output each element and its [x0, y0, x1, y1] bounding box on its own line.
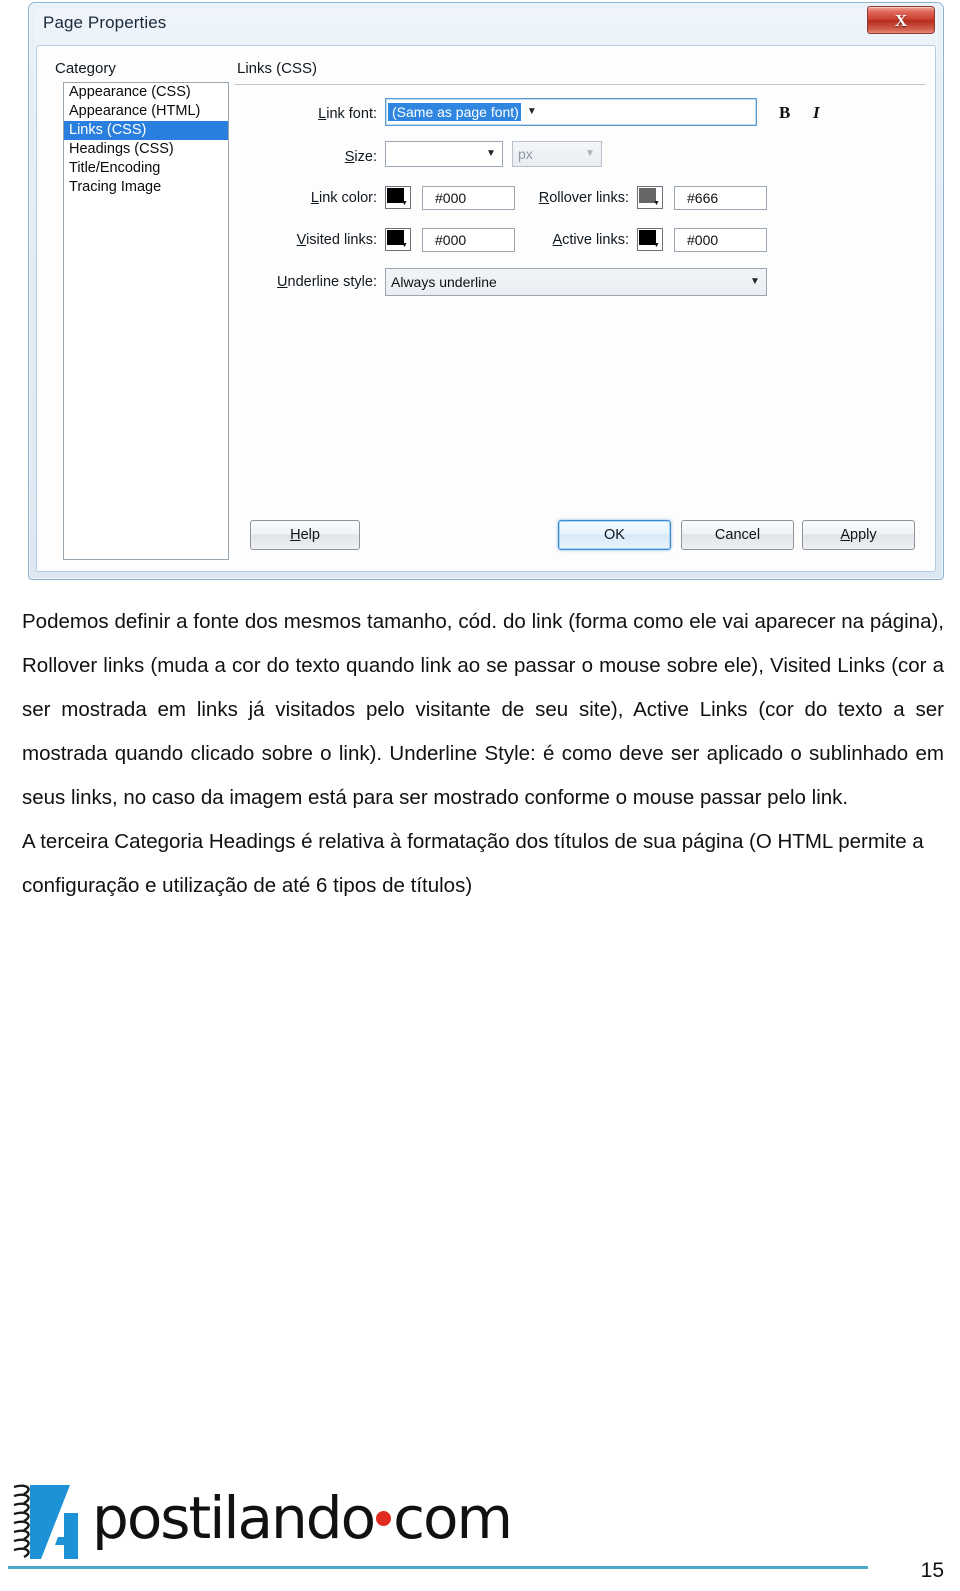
page-footer: postilando com 15	[0, 1441, 960, 1591]
rollover-links-label: Rollover links:	[538, 190, 629, 206]
footer-divider	[8, 1566, 868, 1569]
help-button-label: Help	[290, 527, 320, 543]
apply-button-label: Apply	[840, 527, 877, 543]
chevron-down-icon: ▼	[585, 148, 595, 159]
article-body: Podemos definir a fonte dos mesmos taman…	[22, 600, 944, 908]
dialog-titlebar[interactable]: Page Properties X	[29, 3, 943, 45]
help-button[interactable]: Help	[250, 520, 360, 550]
visited-links-input[interactable]: #000	[422, 228, 515, 252]
chevron-down-icon: ▼	[653, 200, 660, 207]
postilando-logo: postilando com	[8, 1469, 513, 1565]
apply-button[interactable]: Apply	[802, 520, 915, 550]
link-color-label: Link color:	[310, 190, 377, 206]
dialog-client-area: Category Links (CSS) Appearance (CSS) Ap…	[36, 45, 936, 572]
paragraph-headings-description: A terceira Categoria Headings é relativa…	[22, 830, 924, 897]
chevron-down-icon: ▼	[750, 276, 760, 287]
chevron-down-icon: ▼	[401, 200, 408, 207]
rollover-links-value: #666	[687, 190, 719, 206]
logo-word-postilando: postilando	[92, 1484, 376, 1552]
paragraph-links-description: Podemos definir a fonte dos mesmos taman…	[22, 610, 944, 809]
ok-button[interactable]: OK	[558, 520, 671, 550]
page-number: 15	[920, 1559, 944, 1582]
link-color-value: #000	[435, 190, 467, 206]
logo-wordmark: postilando com	[92, 1489, 513, 1547]
active-links-swatch-button[interactable]: ▼	[637, 228, 663, 251]
rollover-links-swatch-button[interactable]: ▼	[637, 186, 663, 209]
chevron-down-icon: ▼	[653, 242, 660, 249]
link-font-label: Link font:	[287, 106, 377, 122]
underline-style-combo[interactable]: Always underline ▼	[385, 268, 767, 296]
size-unit-combo[interactable]: px ▼	[512, 141, 602, 167]
link-font-label-text: Link font:	[318, 106, 377, 122]
size-unit-value: px	[518, 146, 533, 162]
dialog-title: Page Properties	[43, 13, 167, 32]
visited-links-value: #000	[435, 232, 467, 248]
italic-toggle-button[interactable]: I	[813, 104, 820, 121]
links-css-form: Link font: (Same as page font) ▼ B I Siz…	[37, 46, 935, 571]
underline-style-label: Underline style:	[277, 274, 377, 290]
chevron-down-icon: ▼	[486, 148, 496, 159]
size-label: Size:	[344, 149, 377, 165]
close-button[interactable]: X	[867, 6, 935, 34]
visited-links-swatch-button[interactable]: ▼	[385, 228, 411, 251]
active-links-label: Active links:	[552, 232, 629, 248]
close-icon: X	[894, 10, 908, 30]
chevron-down-icon: ▼	[401, 242, 408, 249]
link-font-combo[interactable]: (Same as page font) ▼	[385, 98, 757, 126]
bold-toggle-button[interactable]: B	[779, 104, 790, 121]
active-links-input[interactable]: #000	[674, 228, 767, 252]
size-combo[interactable]: ▼	[385, 141, 503, 167]
active-links-value: #000	[687, 232, 719, 248]
cancel-button-label: Cancel	[714, 527, 761, 543]
logo-word-com: com	[393, 1484, 513, 1552]
rollover-links-input[interactable]: #666	[674, 186, 767, 210]
chevron-down-icon: ▼	[526, 106, 537, 117]
logo-dot-icon	[376, 1510, 392, 1526]
ok-button-label: OK	[604, 527, 625, 543]
link-color-input[interactable]: #000	[422, 186, 515, 210]
underline-style-value: Always underline	[391, 274, 497, 290]
page-properties-dialog: Page Properties X Category Links (CSS) A…	[28, 2, 944, 580]
link-color-swatch-button[interactable]: ▼	[385, 186, 411, 209]
cancel-button[interactable]: Cancel	[681, 520, 794, 550]
link-font-value: (Same as page font)	[388, 103, 521, 121]
visited-links-label: Visited links:	[296, 232, 377, 248]
